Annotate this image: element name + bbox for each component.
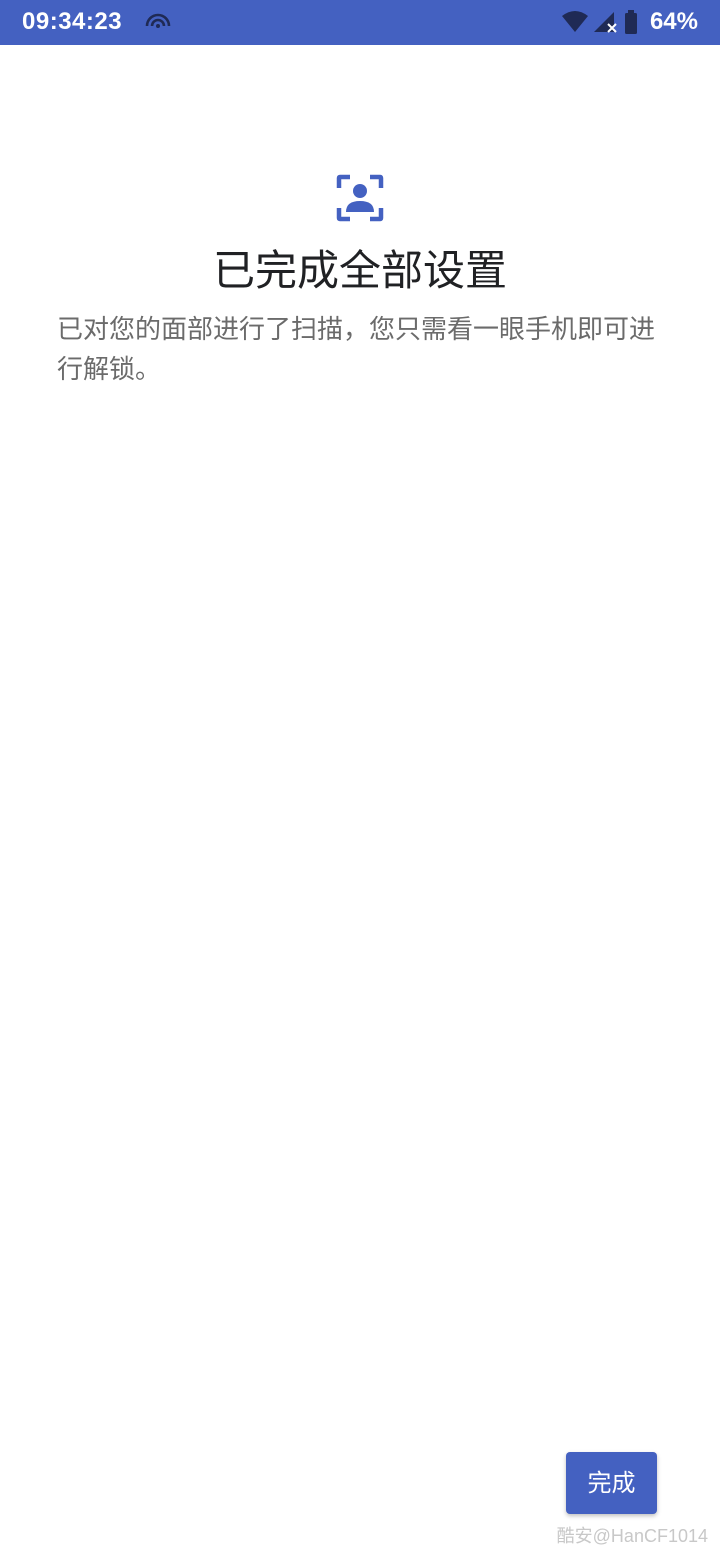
status-time: 09:34:23 bbox=[22, 8, 123, 35]
battery-icon bbox=[622, 8, 640, 36]
status-bar: 09:34:23 64% bbox=[0, 0, 720, 45]
description-text: 已对您的面部进行了扫描，您只需看一眼手机即可进行解锁。 bbox=[57, 315, 656, 385]
face-scan-icon bbox=[335, 173, 385, 223]
battery-percent: 64% bbox=[649, 8, 698, 35]
done-button[interactable]: 完成 bbox=[566, 1452, 657, 1514]
hotspot-icon bbox=[143, 8, 173, 36]
watermark: 酷安@HanCF1014 bbox=[556, 1526, 708, 1546]
signal-no-service-icon bbox=[590, 8, 620, 36]
page-title: 已完成全部设置 bbox=[212, 246, 507, 295]
wifi-icon bbox=[560, 8, 590, 36]
